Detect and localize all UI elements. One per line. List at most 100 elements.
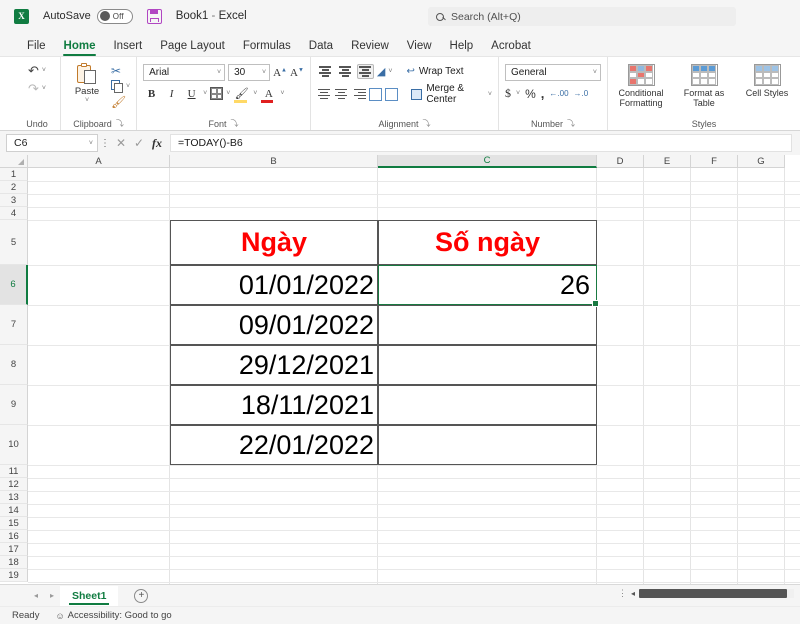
alignment-dialog-launcher[interactable]: ⤵ [422, 118, 430, 129]
undo-caret-icon[interactable]: ˅ [42, 67, 46, 74]
cell-b5[interactable]: Ngày [170, 220, 378, 265]
currency-icon[interactable]: $ [505, 86, 511, 101]
bold-button[interactable]: B [143, 85, 160, 102]
cut-button[interactable]: ✂ [111, 65, 130, 77]
previous-sheet-icon[interactable]: ◂ [28, 591, 44, 600]
row-header-10[interactable]: 10 [0, 425, 28, 465]
decrease-indent-icon[interactable] [368, 87, 382, 101]
row-header-4[interactable]: 4 [0, 207, 28, 220]
tab-insert[interactable]: Insert [104, 40, 151, 56]
enter-formula-icon[interactable]: ✓ [130, 136, 148, 150]
merge-center-button[interactable]: Merge & Center ˅ [410, 83, 492, 105]
tab-help[interactable]: Help [441, 40, 483, 56]
borders-caret-icon[interactable]: ˅ [226, 90, 230, 97]
cell-b7[interactable]: 09/01/2022 [170, 305, 378, 345]
cell-c7[interactable] [378, 305, 597, 345]
undo-button[interactable]: ↶ ˅ [28, 64, 46, 77]
row-header-3[interactable]: 3 [0, 194, 28, 207]
borders-icon[interactable] [210, 87, 224, 100]
column-header-e[interactable]: E [644, 155, 691, 168]
sheet-tab-sheet1[interactable]: Sheet1 [60, 585, 119, 606]
comma-style-icon[interactable]: , [541, 86, 545, 101]
row-header-14[interactable]: 14 [0, 504, 28, 517]
column-header-g[interactable]: G [738, 155, 785, 168]
row-header-19[interactable]: 19 [0, 569, 28, 582]
column-header-d[interactable]: D [597, 155, 644, 168]
align-middle-icon[interactable] [337, 64, 354, 79]
number-format-select[interactable]: General ˅ [505, 64, 601, 81]
font-dialog-launcher[interactable]: ⤵ [231, 118, 239, 129]
copy-caret-icon[interactable]: ˅ [126, 83, 130, 90]
select-all-corner[interactable] [0, 155, 28, 168]
next-sheet-icon[interactable]: ▸ [44, 591, 60, 600]
shrink-font-icon[interactable]: A▼ [290, 67, 304, 79]
cell-b8[interactable]: 29/12/2021 [170, 345, 378, 385]
scroll-split-handle[interactable]: ⋮ [618, 588, 627, 599]
row-header-18[interactable]: 18 [0, 556, 28, 569]
column-header-a[interactable]: A [28, 155, 170, 168]
align-left-icon[interactable] [317, 87, 331, 102]
tab-home[interactable]: Home [55, 40, 105, 56]
row-header-1[interactable]: 1 [0, 168, 28, 181]
formula-input[interactable]: =TODAY()-B6 [170, 134, 792, 152]
font-name-select[interactable]: Arial ˅ [143, 64, 226, 81]
tab-formulas[interactable]: Formulas [234, 40, 300, 56]
underline-button[interactable]: U [183, 85, 200, 102]
decrease-decimal-icon[interactable]: →.0 [574, 89, 589, 98]
percent-icon[interactable]: % [525, 87, 536, 101]
copy-button[interactable]: ˅ [111, 80, 130, 93]
align-top-icon[interactable] [317, 64, 334, 79]
wrap-text-button[interactable]: ↩ Wrap Text [406, 66, 463, 77]
cell-b10[interactable]: 22/01/2022 [170, 425, 378, 465]
cell-c10[interactable] [378, 425, 597, 465]
search-input[interactable]: Search (Alt+Q) [428, 7, 736, 26]
row-header-13[interactable]: 13 [0, 491, 28, 504]
accessibility-status[interactable]: ☺ Accessibility: Good to go [55, 610, 171, 621]
clipboard-dialog-launcher[interactable]: ⤵ [116, 118, 124, 129]
tab-data[interactable]: Data [300, 40, 342, 56]
currency-caret-icon[interactable]: ˅ [516, 90, 520, 97]
cell-c9[interactable] [378, 385, 597, 425]
tab-page-layout[interactable]: Page Layout [151, 40, 234, 56]
cell-b6[interactable]: 01/01/2022 [170, 265, 378, 305]
row-header-5[interactable]: 5 [0, 220, 28, 265]
tab-review[interactable]: Review [342, 40, 398, 56]
italic-button[interactable]: I [163, 85, 180, 102]
fill-color-icon[interactable]: 🖌 [233, 85, 250, 103]
cell-b9[interactable]: 18/11/2021 [170, 385, 378, 425]
orientation-icon[interactable]: ◢ [377, 65, 385, 78]
cancel-formula-icon[interactable]: ✕ [112, 136, 130, 150]
tab-view[interactable]: View [398, 40, 441, 56]
underline-caret-icon[interactable]: ˅ [203, 90, 207, 97]
cell-c5[interactable]: Số ngày [378, 220, 597, 265]
horizontal-scrollbar[interactable] [639, 589, 794, 598]
format-painter-button[interactable]: 🖌 [111, 96, 130, 108]
add-sheet-button[interactable]: + [134, 588, 149, 603]
font-size-select[interactable]: 30 ˅ [228, 64, 271, 81]
row-header-7[interactable]: 7 [0, 305, 28, 345]
row-header-8[interactable]: 8 [0, 345, 28, 385]
horizontal-scrollbar-thumb[interactable] [639, 589, 787, 598]
row-header-17[interactable]: 17 [0, 543, 28, 556]
paste-caret-icon[interactable]: ˅ [85, 97, 89, 104]
tab-acrobat[interactable]: Acrobat [482, 40, 540, 56]
grow-font-icon[interactable]: A▲ [273, 67, 287, 79]
column-header-f[interactable]: F [691, 155, 738, 168]
font-color-caret-icon[interactable]: ˅ [280, 90, 284, 97]
row-header-16[interactable]: 16 [0, 530, 28, 543]
scroll-left-icon[interactable]: ◂ [631, 589, 635, 598]
autosave-toggle[interactable]: Off [96, 8, 133, 24]
merge-caret-icon[interactable]: ˅ [488, 91, 492, 98]
align-center-icon[interactable] [334, 87, 348, 102]
font-color-icon[interactable]: A [260, 85, 277, 103]
row-header-15[interactable]: 15 [0, 517, 28, 530]
paste-button[interactable]: Paste ˅ [67, 63, 107, 104]
orientation-caret-icon[interactable]: ˅ [388, 68, 392, 75]
fill-color-caret-icon[interactable]: ˅ [253, 90, 257, 97]
align-right-icon[interactable] [352, 87, 366, 102]
column-header-b[interactable]: B [170, 155, 378, 168]
redo-caret-icon[interactable]: ˅ [42, 85, 46, 92]
row-header-6[interactable]: 6 [0, 265, 28, 305]
spreadsheet-grid[interactable]: A B C D E F G 1 2 3 4 5 6 7 8 9 10 11 12… [0, 155, 800, 584]
row-header-11[interactable]: 11 [0, 465, 28, 478]
